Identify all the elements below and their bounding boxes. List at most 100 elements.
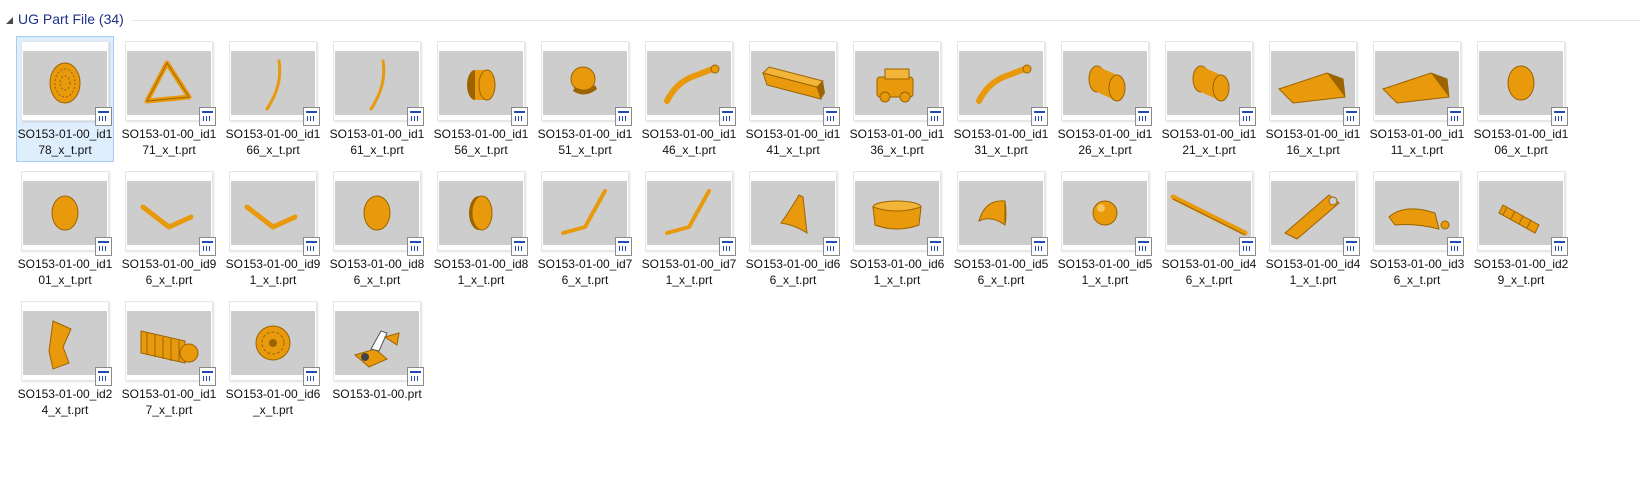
file-item[interactable]: SO153-01-00_id56_x_t.prt bbox=[952, 166, 1050, 292]
part-preview bbox=[855, 51, 939, 115]
ug-file-type-icon bbox=[719, 237, 736, 256]
group-header[interactable]: UG Part File (34) bbox=[6, 8, 1640, 30]
wedge-plate-icon bbox=[1278, 72, 1346, 104]
file-thumbnail bbox=[125, 171, 216, 256]
file-name: SO153-01-00_id131_x_t.prt bbox=[953, 127, 1049, 157]
part-preview bbox=[1063, 181, 1147, 245]
file-item[interactable]: SO153-01-00_id66_x_t.prt bbox=[744, 166, 842, 292]
file-name: SO153-01-00_id6_x_t.prt bbox=[225, 387, 321, 417]
file-item[interactable]: SO153-01-00_id101_x_t.prt bbox=[16, 166, 114, 292]
file-thumbnail bbox=[437, 41, 528, 126]
file-item[interactable]: SO153-01-00_id141_x_t.prt bbox=[744, 36, 842, 162]
file-name: SO153-01-00_id156_x_t.prt bbox=[433, 127, 529, 157]
part-preview bbox=[439, 51, 523, 115]
file-thumbnail bbox=[749, 171, 840, 256]
ug-file-type-icon bbox=[1239, 237, 1256, 256]
file-item[interactable]: SO153-01-00_id151_x_t.prt bbox=[536, 36, 634, 162]
ug-file-type-icon bbox=[407, 237, 424, 256]
part-preview bbox=[959, 51, 1043, 115]
file-item[interactable]: SO153-01-00_id29_x_t.prt bbox=[1472, 166, 1570, 292]
file-name: SO153-01-00_id141_x_t.prt bbox=[745, 127, 841, 157]
part-preview bbox=[543, 51, 627, 115]
file-item[interactable]: SO153-01-00_id17_x_t.prt bbox=[120, 296, 218, 422]
file-item[interactable]: SO153-01-00_id6_x_t.prt bbox=[224, 296, 322, 422]
file-name: SO153-01-00_id61_x_t.prt bbox=[849, 257, 945, 287]
ug-file-type-icon bbox=[407, 107, 424, 126]
file-item[interactable]: SO153-01-00_id146_x_t.prt bbox=[640, 36, 738, 162]
part-preview bbox=[127, 51, 211, 115]
file-thumbnail bbox=[229, 171, 320, 256]
file-item[interactable]: SO153-01-00_id116_x_t.prt bbox=[1264, 36, 1362, 162]
ug-file-type-icon bbox=[303, 237, 320, 256]
file-item[interactable]: SO153-01-00_id126_x_t.prt bbox=[1056, 36, 1154, 162]
part-preview bbox=[959, 181, 1043, 245]
ug-file-type-icon bbox=[615, 107, 632, 126]
file-name: SO153-01-00_id76_x_t.prt bbox=[537, 257, 633, 287]
part-preview bbox=[23, 311, 107, 375]
file-item[interactable]: SO153-01-00_id121_x_t.prt bbox=[1160, 36, 1258, 162]
file-item[interactable]: SO153-01-00_id71_x_t.prt bbox=[640, 166, 738, 292]
file-thumbnail bbox=[957, 41, 1048, 126]
file-item[interactable]: SO153-01-00_id136_x_t.prt bbox=[848, 36, 946, 162]
file-item[interactable]: SO153-01-00_id131_x_t.prt bbox=[952, 36, 1050, 162]
file-thumbnail bbox=[1477, 41, 1568, 126]
file-item[interactable]: SO153-01-00_id106_x_t.prt bbox=[1472, 36, 1570, 162]
file-name: SO153-01-00_id51_x_t.prt bbox=[1057, 257, 1153, 287]
file-thumbnail bbox=[1165, 171, 1256, 256]
file-name: SO153-01-00_id171_x_t.prt bbox=[121, 127, 217, 157]
file-thumbnail bbox=[437, 171, 528, 256]
file-name: SO153-01-00_id29_x_t.prt bbox=[1473, 257, 1569, 287]
part-preview bbox=[231, 51, 315, 115]
ug-file-type-icon bbox=[407, 367, 424, 386]
part-preview bbox=[1063, 51, 1147, 115]
file-thumbnail bbox=[125, 301, 216, 386]
cylinder-icon bbox=[1192, 65, 1230, 102]
file-grid: SO153-01-00_id178_x_t.prt SO153-01-00_id1… bbox=[16, 36, 1576, 426]
ribbed-roller-icon bbox=[140, 330, 199, 364]
file-thumbnail bbox=[541, 41, 632, 126]
file-item[interactable]: SO153-01-00_id51_x_t.prt bbox=[1056, 166, 1154, 292]
part-preview bbox=[751, 181, 835, 245]
part-preview bbox=[1271, 51, 1355, 115]
file-item[interactable]: SO153-01-00_id161_x_t.prt bbox=[328, 36, 426, 162]
file-item[interactable]: SO153-01-00_id81_x_t.prt bbox=[432, 166, 530, 292]
part-preview bbox=[23, 181, 107, 245]
file-item[interactable]: SO153-01-00.prt bbox=[328, 296, 426, 422]
file-item[interactable]: SO153-01-00_id24_x_t.prt bbox=[16, 296, 114, 422]
collapse-caret-icon[interactable] bbox=[6, 16, 13, 24]
file-thumbnail bbox=[645, 41, 736, 126]
file-item[interactable]: SO153-01-00_id111_x_t.prt bbox=[1368, 36, 1466, 162]
cylinder-icon bbox=[1088, 65, 1126, 102]
part-preview bbox=[1375, 181, 1459, 245]
long-rod-icon bbox=[1170, 194, 1248, 236]
file-item[interactable]: SO153-01-00_id91_x_t.prt bbox=[224, 166, 322, 292]
part-preview bbox=[1167, 181, 1251, 245]
file-name: SO153-01-00_id161_x_t.prt bbox=[329, 127, 425, 157]
group-title[interactable]: UG Part File (34) bbox=[18, 11, 124, 27]
file-name: SO153-01-00_id46_x_t.prt bbox=[1161, 257, 1257, 287]
part-preview bbox=[335, 181, 419, 245]
ug-file-type-icon bbox=[511, 237, 528, 256]
dome-knob-icon bbox=[570, 66, 597, 95]
ug-file-type-icon bbox=[1447, 237, 1464, 256]
file-item[interactable]: SO153-01-00_id41_x_t.prt bbox=[1264, 166, 1362, 292]
file-name: SO153-01-00_id36_x_t.prt bbox=[1369, 257, 1465, 287]
file-item[interactable]: SO153-01-00_id171_x_t.prt bbox=[120, 36, 218, 162]
part-preview bbox=[647, 181, 731, 245]
file-item[interactable]: SO153-01-00_id36_x_t.prt bbox=[1368, 166, 1466, 292]
file-item[interactable]: SO153-01-00_id61_x_t.prt bbox=[848, 166, 946, 292]
file-name: SO153-01-00_id91_x_t.prt bbox=[225, 257, 321, 287]
file-name: SO153-01-00_id101_x_t.prt bbox=[17, 257, 113, 287]
file-item[interactable]: SO153-01-00_id96_x_t.prt bbox=[120, 166, 218, 292]
file-item[interactable]: SO153-01-00_id178_x_t.prt bbox=[16, 36, 114, 162]
file-item[interactable]: SO153-01-00_id46_x_t.prt bbox=[1160, 166, 1258, 292]
ug-file-type-icon bbox=[303, 367, 320, 386]
round-grille-disc-icon bbox=[49, 62, 81, 104]
part-preview bbox=[335, 51, 419, 115]
slatted-piece-icon bbox=[1498, 204, 1540, 234]
curved-fin-icon bbox=[780, 194, 808, 235]
file-item[interactable]: SO153-01-00_id76_x_t.prt bbox=[536, 166, 634, 292]
file-item[interactable]: SO153-01-00_id86_x_t.prt bbox=[328, 166, 426, 292]
file-item[interactable]: SO153-01-00_id166_x_t.prt bbox=[224, 36, 322, 162]
file-item[interactable]: SO153-01-00_id156_x_t.prt bbox=[432, 36, 530, 162]
